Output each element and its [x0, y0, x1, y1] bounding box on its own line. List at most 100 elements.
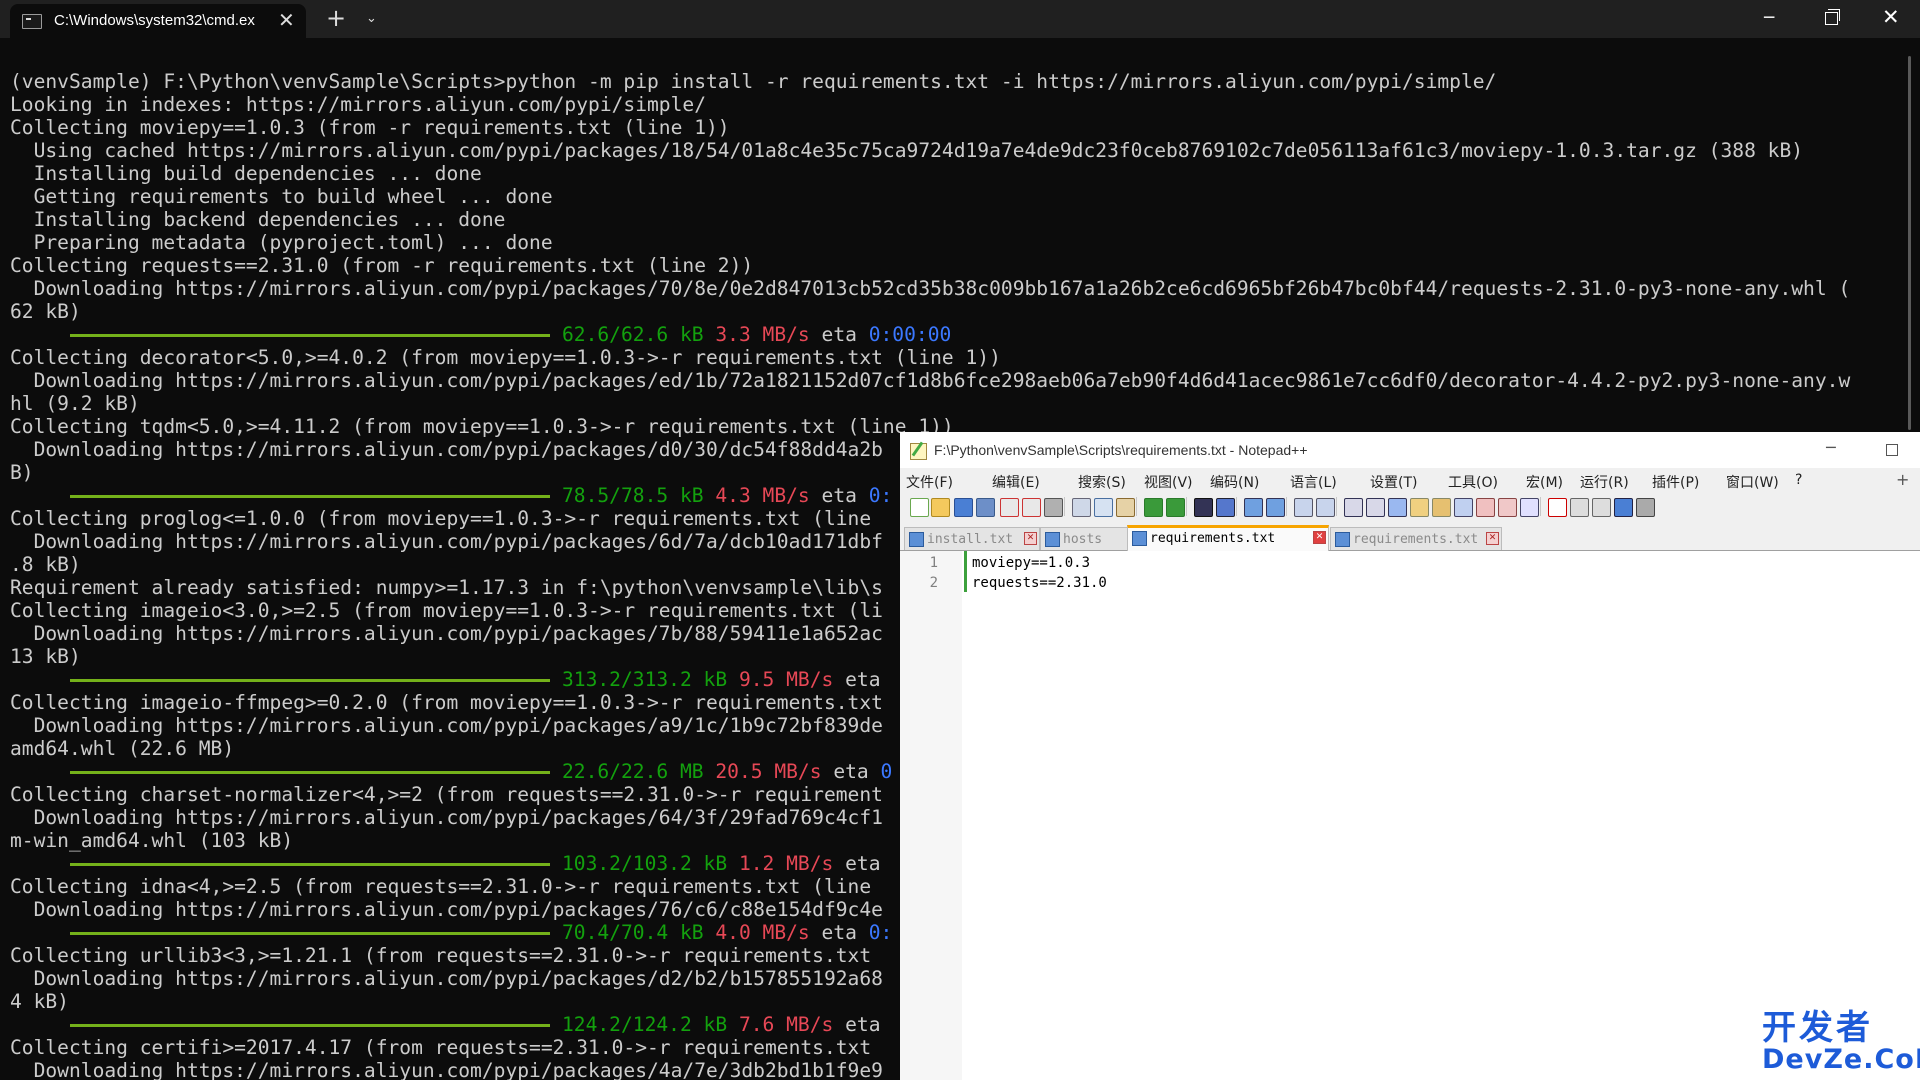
- print-icon[interactable]: [1044, 498, 1063, 517]
- terminal-line: Installing build dependencies ... done: [10, 162, 482, 185]
- terminal-line: Getting requirements to build wheel ... …: [10, 185, 553, 208]
- tab-1[interactable]: install.txt ✕: [904, 527, 1040, 550]
- terminal-scrollbar[interactable]: [1908, 56, 1911, 430]
- new-tab-button[interactable]: +: [326, 4, 346, 32]
- notepad-app-icon: [910, 443, 927, 460]
- minimize-button[interactable]: ─: [1764, 8, 1774, 28]
- close-all-icon[interactable]: [1022, 498, 1041, 517]
- run-macro-multi-icon[interactable]: [1614, 498, 1633, 517]
- menu-item[interactable]: 宏(M): [1526, 472, 1563, 492]
- progress-bar: [70, 679, 550, 682]
- progress-eta: 0: [880, 760, 893, 783]
- menu-item[interactable]: 编码(N): [1210, 472, 1259, 492]
- tab-3[interactable]: requirements.txt ✕: [1127, 525, 1329, 553]
- terminal-line: Installing backend dependencies ... done: [10, 208, 506, 231]
- menu-item[interactable]: ?: [1795, 472, 1802, 488]
- word-wrap-icon[interactable]: [1344, 498, 1363, 517]
- progress-size: 103.2/103.2 kB: [562, 852, 728, 875]
- code-line[interactable]: requests==2.31.0: [972, 575, 1107, 591]
- save-all-icon[interactable]: [976, 498, 995, 517]
- menu-item[interactable]: 文件(F): [906, 472, 953, 492]
- redo-icon[interactable]: [1166, 498, 1185, 517]
- notepad-maximize-button[interactable]: [1886, 444, 1898, 456]
- code-line[interactable]: moviepy==1.0.3: [972, 555, 1090, 571]
- menu-plus-button[interactable]: +: [1896, 470, 1909, 489]
- save-icon[interactable]: [954, 498, 973, 517]
- menu-item[interactable]: 插件(P): [1652, 472, 1699, 492]
- menu-item[interactable]: 运行(R): [1580, 472, 1629, 492]
- terminal-line: Downloading https://mirrors.aliyun.com/p…: [10, 277, 1851, 300]
- window-close-button[interactable]: ✕: [1882, 5, 1900, 29]
- terminal-line: hl (9.2 kB): [10, 392, 140, 415]
- terminal-line: Downloading https://mirrors.aliyun.com/p…: [10, 369, 1851, 392]
- progress-speed: 3.3 MB/s: [715, 323, 810, 346]
- doc-map-icon[interactable]: [1432, 498, 1451, 517]
- replace-icon[interactable]: [1216, 498, 1235, 517]
- find-icon[interactable]: [1194, 498, 1213, 517]
- terminal-line: Using cached https://mirrors.aliyun.com/…: [10, 139, 1804, 162]
- tab-label: hosts: [1063, 532, 1103, 547]
- monitoring-icon[interactable]: [1520, 498, 1539, 517]
- progress-eta-label: eta: [821, 921, 857, 944]
- zoom-in-icon[interactable]: [1244, 498, 1263, 517]
- progress-eta-label: eta: [833, 760, 869, 783]
- copy-icon[interactable]: [1094, 498, 1113, 517]
- progress-speed: 9.5 MB/s: [738, 668, 834, 691]
- progress-bar: [70, 771, 550, 774]
- toolbar-separator: [1336, 497, 1337, 516]
- notepad-menubar: + 文件(F) 编辑(E) 搜索(S) 视图(V) 编码(N) 语言(L) 设置(T) 工具(…: [900, 468, 1920, 492]
- cut-icon[interactable]: [1072, 498, 1091, 517]
- record-macro-icon[interactable]: [1548, 498, 1567, 517]
- paste-icon[interactable]: [1116, 498, 1135, 517]
- notepad-editor[interactable]: 1 moviepy==1.0.3 2 requests==2.31.0: [900, 551, 1920, 1080]
- menu-item[interactable]: 语言(L): [1290, 472, 1337, 492]
- new-file-icon[interactable]: [910, 498, 929, 517]
- restore-button[interactable]: [1825, 9, 1840, 25]
- menu-item[interactable]: 搜索(S): [1078, 472, 1126, 492]
- close-icon[interactable]: [1000, 498, 1019, 517]
- save-macro-icon[interactable]: [1636, 498, 1655, 517]
- progress-speed: 1.2 MB/s: [738, 852, 834, 875]
- sync-v-icon[interactable]: [1294, 498, 1313, 517]
- terminal-line: Collecting decorator<5.0,>=4.0.2 (from m…: [10, 346, 1001, 369]
- line-number: 2: [929, 575, 938, 591]
- tab-label: install.txt: [927, 532, 1014, 547]
- terminal-tab[interactable]: C:\Windows\system32\cmd.ex ✕: [10, 4, 306, 38]
- tab-label: requirements.txt: [1353, 532, 1479, 547]
- menu-item[interactable]: 编辑(E): [992, 472, 1040, 492]
- doc-list-icon[interactable]: [1454, 498, 1473, 517]
- notepad-minimize-button[interactable]: ─: [1826, 438, 1836, 457]
- cmd-icon: [22, 14, 42, 29]
- notepad-tabbar: install.txt✕hosts✕requirements.txt✕requi…: [900, 524, 1920, 553]
- zoom-out-icon[interactable]: [1266, 498, 1285, 517]
- toolbar-separator: [1286, 497, 1287, 516]
- progress-speed: 20.5 MB/s: [715, 760, 822, 783]
- menu-item[interactable]: 设置(T): [1370, 472, 1417, 492]
- tab-close-icon[interactable]: ✕: [1024, 532, 1037, 545]
- folder-workspace-icon[interactable]: [1498, 498, 1517, 517]
- close-icon[interactable]: ✕: [278, 8, 295, 32]
- menu-item[interactable]: 工具(O): [1448, 472, 1498, 492]
- indent-guide-icon[interactable]: [1388, 498, 1407, 517]
- chevron-down-icon[interactable]: ⌄: [366, 11, 377, 26]
- menu-item[interactable]: 视图(V): [1144, 472, 1193, 492]
- progress-bar: [70, 1024, 550, 1027]
- tab-close-icon[interactable]: ✕: [1313, 531, 1326, 544]
- function-list-icon[interactable]: [1476, 498, 1495, 517]
- tab-close-icon[interactable]: ✕: [1486, 532, 1499, 545]
- terminal-line: 62 kB): [10, 300, 81, 323]
- tab-4[interactable]: requirements.txt ✕: [1330, 527, 1502, 550]
- show-all-chars-icon[interactable]: [1366, 498, 1385, 517]
- progress-size: 70.4/70.4 kB: [562, 921, 704, 944]
- play-macro-icon[interactable]: [1592, 498, 1611, 517]
- terminal-line: 62.6/62.6 kB 3.3 MB/s eta 0:00:00: [10, 323, 1910, 346]
- undo-icon[interactable]: [1144, 498, 1163, 517]
- progress-speed: 4.0 MB/s: [715, 921, 810, 944]
- open-file-icon[interactable]: [931, 498, 950, 517]
- terminal-line: Collecting moviepy==1.0.3 (from -r requi…: [10, 116, 730, 139]
- sync-h-icon[interactable]: [1316, 498, 1335, 517]
- stop-macro-icon[interactable]: [1570, 498, 1589, 517]
- udl-icon[interactable]: [1410, 498, 1429, 517]
- menu-item[interactable]: 窗口(W): [1726, 472, 1779, 492]
- terminal-line: Looking in indexes: https://mirrors.aliy…: [10, 93, 706, 116]
